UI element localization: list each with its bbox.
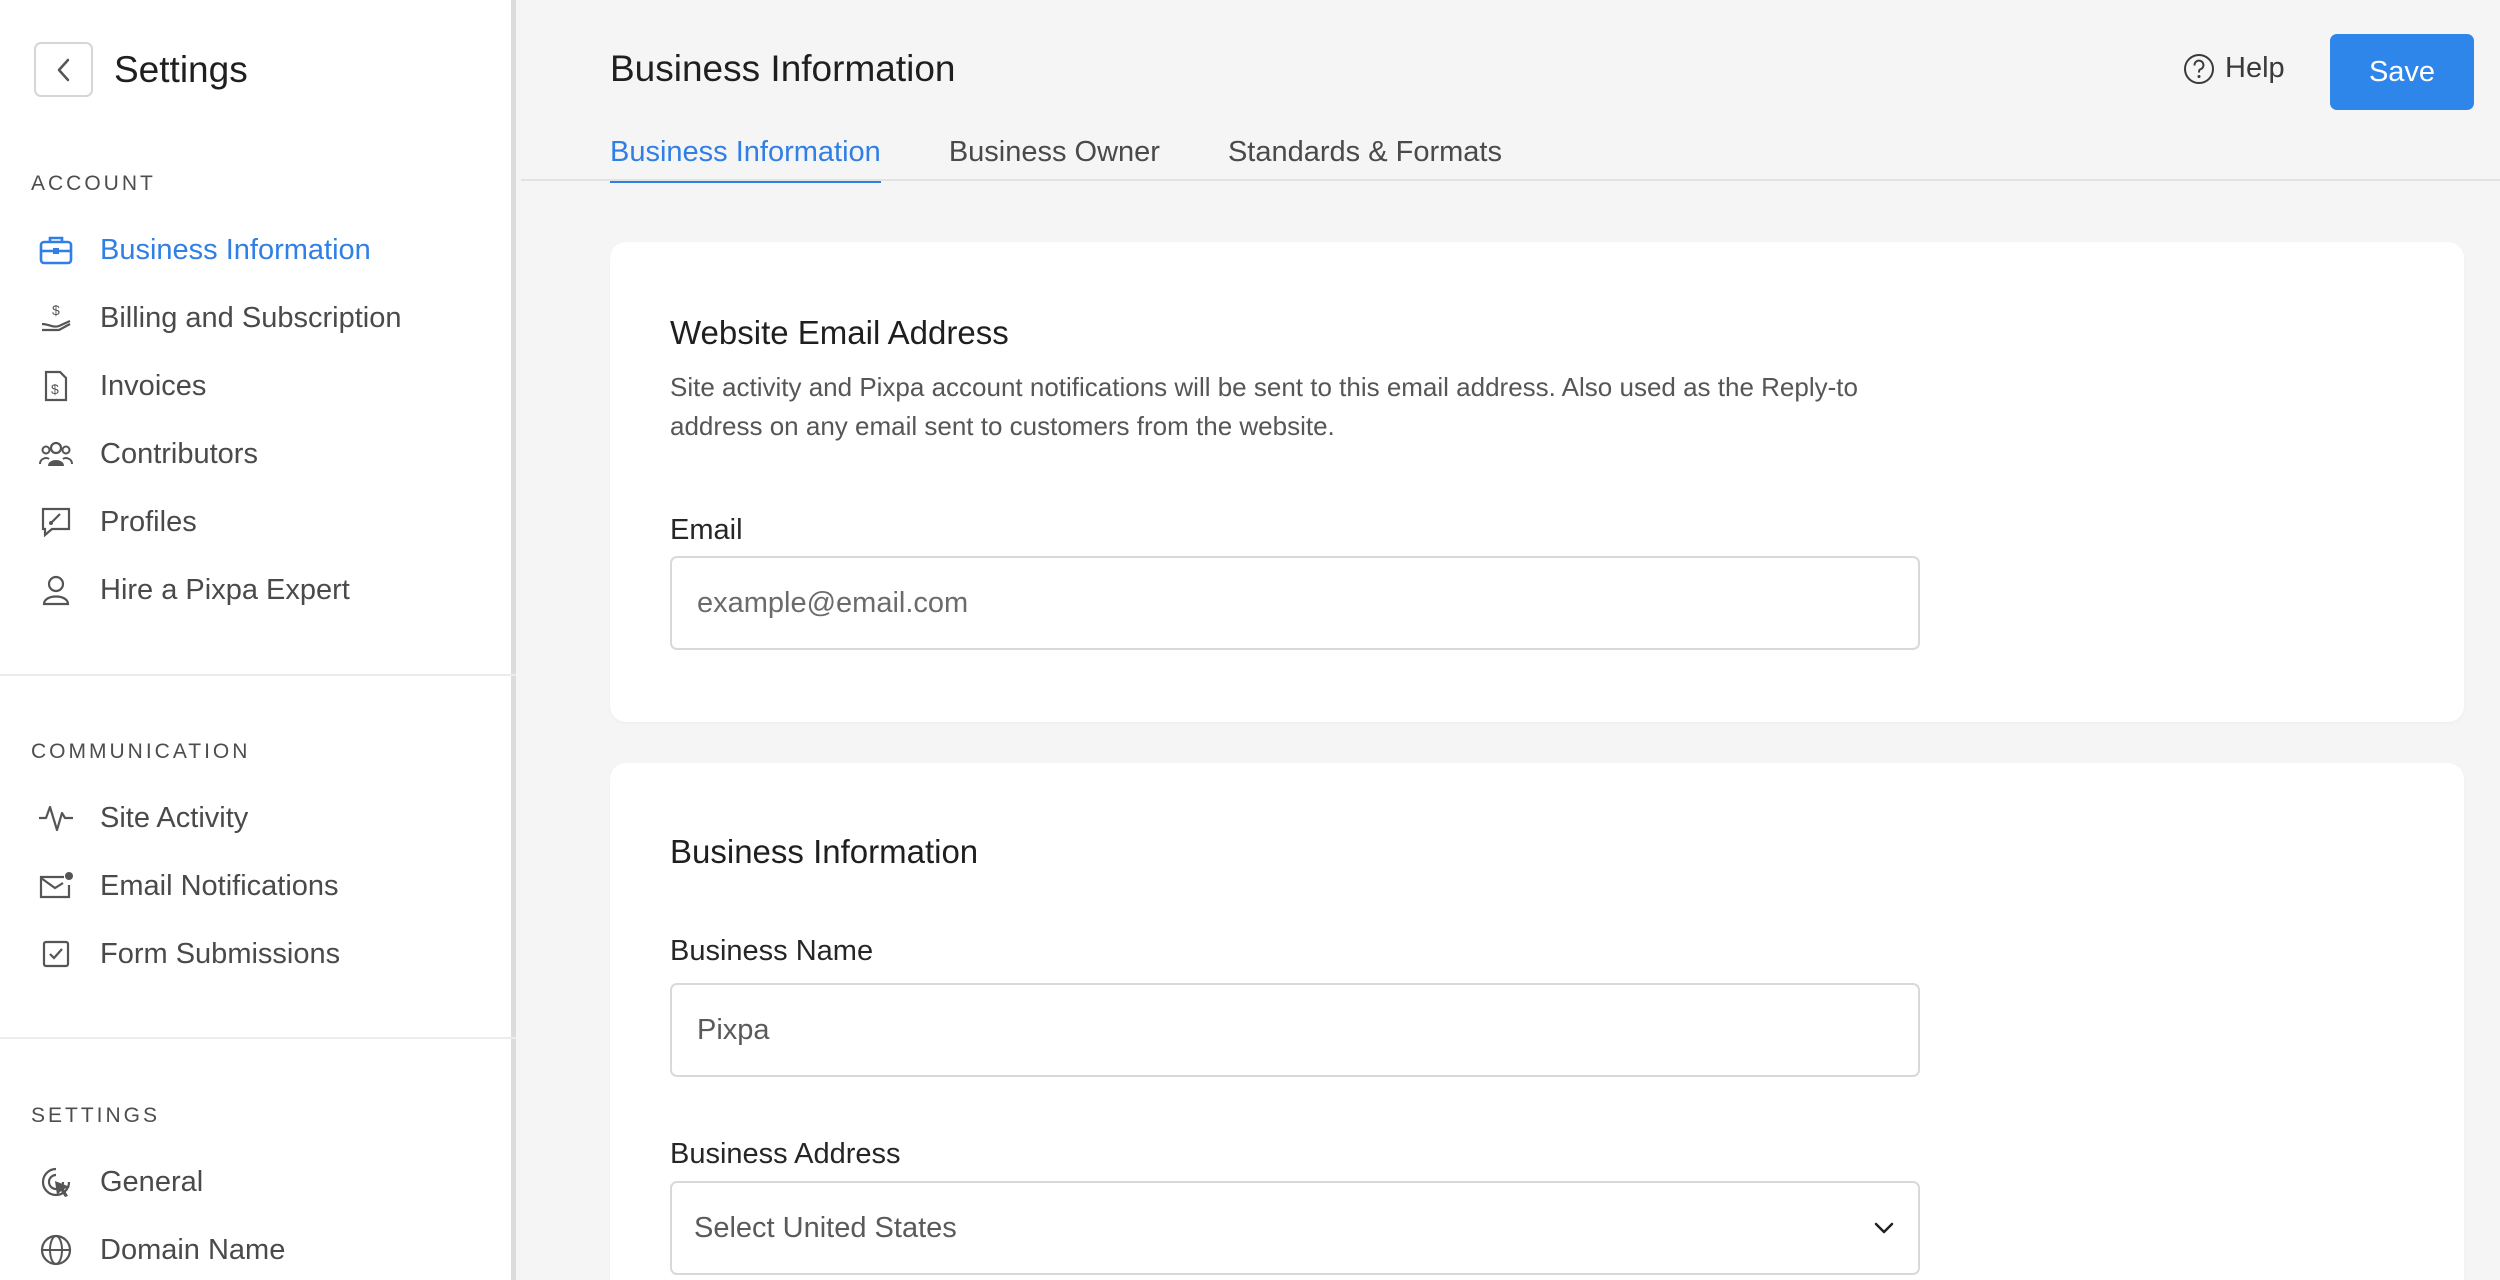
page-title: Business Information [610, 48, 956, 89]
sidebar-item-invoices[interactable]: $ Invoices [38, 361, 498, 411]
section-label-account: ACCOUNT [31, 172, 156, 195]
select-value: Select United States [694, 1211, 957, 1244]
tab-business-owner[interactable]: Business Owner [949, 136, 1160, 183]
question-circle-icon [2183, 53, 2215, 85]
sidebar-item-label: General [100, 1165, 204, 1198]
sidebar-item-label: Billing and Subscription [100, 301, 402, 334]
email-field[interactable] [670, 556, 1920, 650]
sidebar-title: Settings [114, 48, 248, 90]
sidebar: Settings ACCOUNT Business Information $ … [0, 0, 516, 1280]
tab-standards-formats[interactable]: Standards & Formats [1228, 136, 1502, 183]
sidebar-item-form-submissions[interactable]: Form Submissions [38, 929, 498, 979]
business-address-label: Business Address [670, 1138, 901, 1170]
sidebar-item-hire-expert[interactable]: Hire a Pixpa Expert [38, 565, 498, 615]
sidebar-item-label: Email Notifications [100, 869, 339, 902]
back-button[interactable] [34, 42, 93, 97]
sidebar-item-label: Invoices [100, 369, 207, 402]
sidebar-item-label: Site Activity [100, 801, 249, 834]
sidebar-item-label: Hire a Pixpa Expert [100, 573, 350, 606]
briefcase-icon [38, 232, 74, 268]
card-title: Business Information [670, 833, 979, 870]
sidebar-item-label: Domain Name [100, 1233, 286, 1266]
sidebar-divider [0, 1037, 516, 1039]
sidebar-item-contributors[interactable]: Contributors [38, 429, 498, 479]
sidebar-item-label: Form Submissions [100, 937, 341, 970]
business-information-card: Business Information Business Name Busin… [610, 763, 2464, 1280]
chevron-down-icon [1874, 1222, 1894, 1234]
section-label-communication: COMMUNICATION [31, 740, 251, 763]
user-icon [38, 572, 74, 608]
svg-text:$: $ [52, 302, 60, 318]
svg-text:$: $ [51, 381, 59, 397]
sidebar-item-profiles[interactable]: Profiles [38, 497, 498, 547]
save-button[interactable]: Save [2330, 34, 2474, 110]
business-address-select[interactable]: Select United States [670, 1181, 1920, 1275]
globe-icon [38, 1232, 74, 1268]
tab-bar: Business Information Business Owner Stan… [610, 136, 1570, 183]
mail-dot-icon [38, 868, 74, 904]
section-label-settings: SETTINGS [31, 1104, 161, 1127]
invoice-icon: $ [38, 368, 74, 404]
gear-pointer-icon [38, 1164, 74, 1200]
sidebar-item-general[interactable]: General [38, 1157, 498, 1207]
hand-dollar-icon: $ [38, 300, 74, 336]
profile-chat-icon [38, 504, 74, 540]
sidebar-item-label: Profiles [100, 505, 197, 538]
sidebar-item-billing[interactable]: $ Billing and Subscription [38, 293, 498, 343]
users-icon [38, 436, 74, 472]
tabs-divider [521, 179, 2500, 181]
sidebar-item-label: Business Information [100, 233, 371, 266]
sidebar-item-business-information[interactable]: Business Information [38, 225, 498, 275]
sidebar-item-email-notifications[interactable]: Email Notifications [38, 861, 498, 911]
website-email-card: Website Email Address Site activity and … [610, 242, 2464, 722]
help-label: Help [2225, 52, 2285, 84]
activity-icon [38, 800, 74, 836]
email-label: Email [670, 514, 743, 546]
sidebar-header: Settings [34, 42, 248, 97]
business-name-label: Business Name [670, 935, 874, 967]
card-description: Site activity and Pixpa account notifica… [670, 372, 1858, 441]
sidebar-item-label: Contributors [100, 437, 258, 470]
business-name-field[interactable] [670, 983, 1920, 1077]
checkbox-icon [38, 936, 74, 972]
card-title: Website Email Address [670, 314, 1009, 351]
chevron-left-icon [57, 58, 69, 81]
sidebar-item-domain-name[interactable]: Domain Name [38, 1225, 498, 1275]
sidebar-divider [0, 674, 516, 676]
help-link[interactable]: Help [2183, 52, 2285, 85]
sidebar-item-site-activity[interactable]: Site Activity [38, 793, 498, 843]
tab-business-information[interactable]: Business Information [610, 136, 881, 183]
